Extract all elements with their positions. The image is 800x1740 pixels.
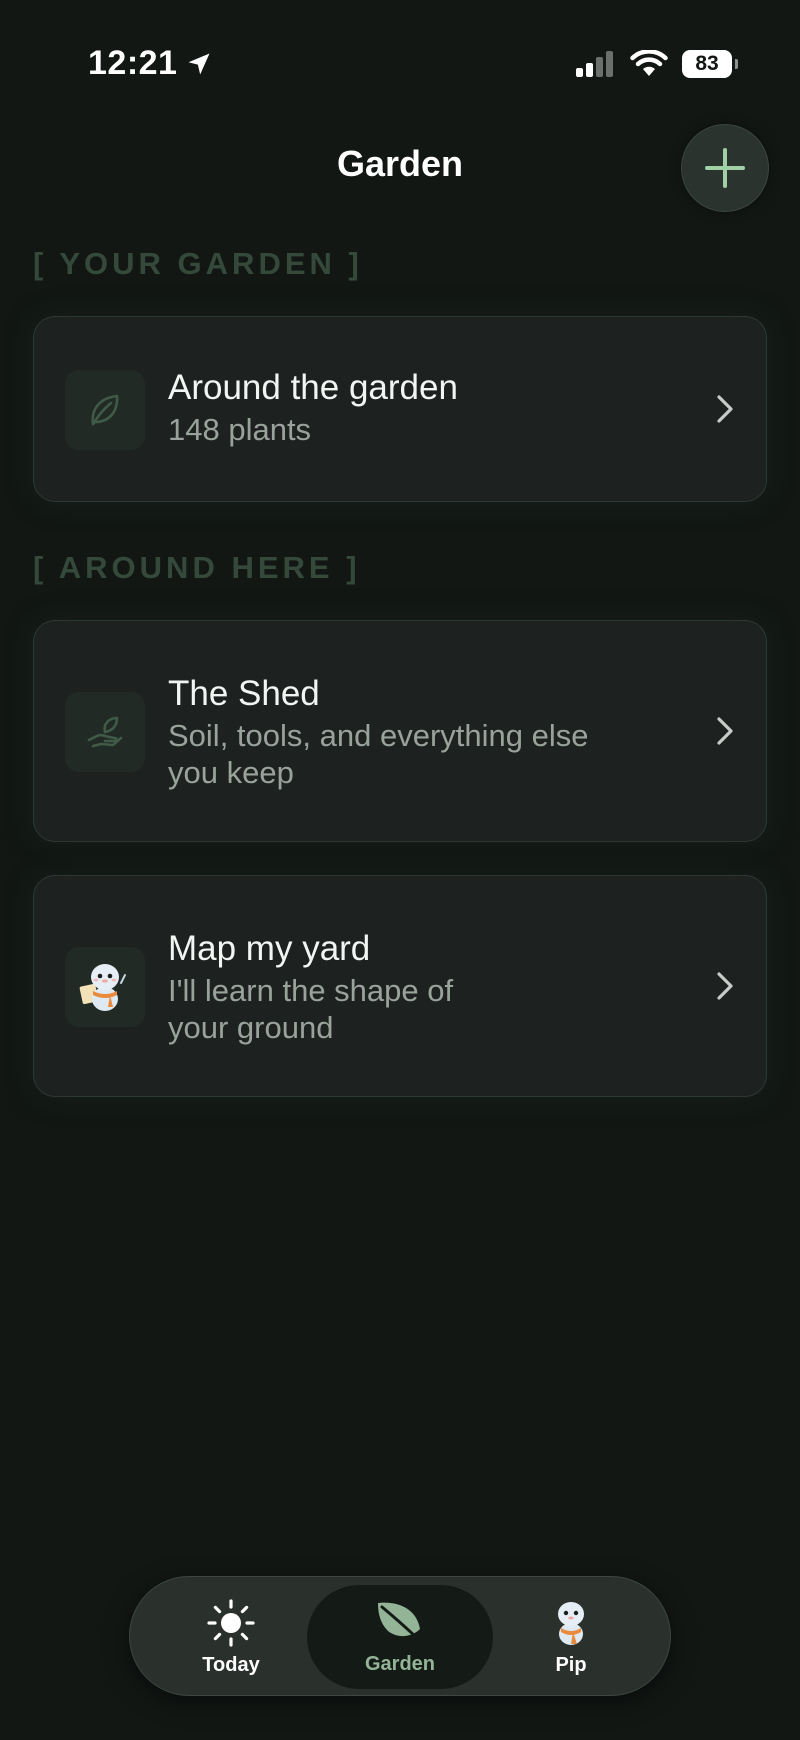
signal-icon xyxy=(576,51,613,77)
status-icons: 83 xyxy=(576,50,738,78)
wifi-icon xyxy=(630,50,668,76)
card-subtitle-line2: your ground xyxy=(168,1010,334,1045)
tab-label: Pip xyxy=(555,1653,587,1676)
leaf-icon xyxy=(378,1602,424,1644)
section-label-your-garden: [ YOUR GARDEN ] xyxy=(33,246,363,281)
card-subtitle-line2: you keep xyxy=(168,755,294,790)
card-text: The Shed Soil, tools, and everything els… xyxy=(168,673,688,791)
tab-label: Garden xyxy=(364,1652,436,1675)
mascot-icon xyxy=(558,1601,584,1645)
card-map-my-yard[interactable]: Map my yard I'll learn the shape of your… xyxy=(33,875,767,1097)
card-the-shed[interactable]: The Shed Soil, tools, and everything els… xyxy=(33,620,767,842)
sun-icon xyxy=(207,1598,255,1647)
add-button[interactable] xyxy=(681,124,769,212)
plus-icon xyxy=(705,148,745,188)
chevron-right-icon xyxy=(714,392,736,426)
hand-holding-plant-icon xyxy=(87,716,123,748)
battery-level: 83 xyxy=(695,52,719,75)
chevron-right-icon xyxy=(714,969,736,1003)
card-title: Map my yard xyxy=(168,929,371,968)
status-time-group: 12:21 xyxy=(88,44,213,83)
card-around-the-garden[interactable]: Around the garden 148 plants xyxy=(33,316,767,502)
card-subtitle-line1: Soil, tools, and everything else xyxy=(168,718,589,753)
card-icon-box xyxy=(65,947,145,1027)
card-title: The Shed xyxy=(168,674,320,713)
leaf-icon xyxy=(91,394,119,426)
status-time: 12:21 xyxy=(88,44,178,82)
tab-today[interactable]: Today xyxy=(138,1585,324,1689)
battery-icon: 83 xyxy=(682,50,738,78)
chevron-right-icon xyxy=(714,714,736,748)
card-text: Around the garden 148 plants xyxy=(168,367,688,448)
tab-label: Today xyxy=(202,1653,260,1676)
page-title: Garden xyxy=(336,143,464,184)
tab-garden[interactable]: Garden xyxy=(307,1585,493,1689)
location-arrow-icon xyxy=(188,53,210,74)
tab-bar: Today Garden Pip xyxy=(129,1576,671,1696)
card-text: Map my yard I'll learn the shape of your… xyxy=(168,928,688,1046)
section-label-around-here: [ AROUND HERE ] xyxy=(33,550,361,585)
card-subtitle-line1: I'll learn the shape of xyxy=(168,973,454,1008)
tab-pip[interactable]: Pip xyxy=(478,1585,664,1689)
card-title: Around the garden xyxy=(168,368,458,407)
card-icon-box xyxy=(65,370,145,450)
card-icon-box xyxy=(65,692,145,772)
status-bar: 12:21 83 xyxy=(0,0,800,120)
garden-screen: 12:21 83 Garden [YOUR GARDEN] Around t… xyxy=(0,0,800,1740)
mascot-map-icon xyxy=(79,964,126,1011)
card-subtitle: 148 plants xyxy=(168,412,312,447)
